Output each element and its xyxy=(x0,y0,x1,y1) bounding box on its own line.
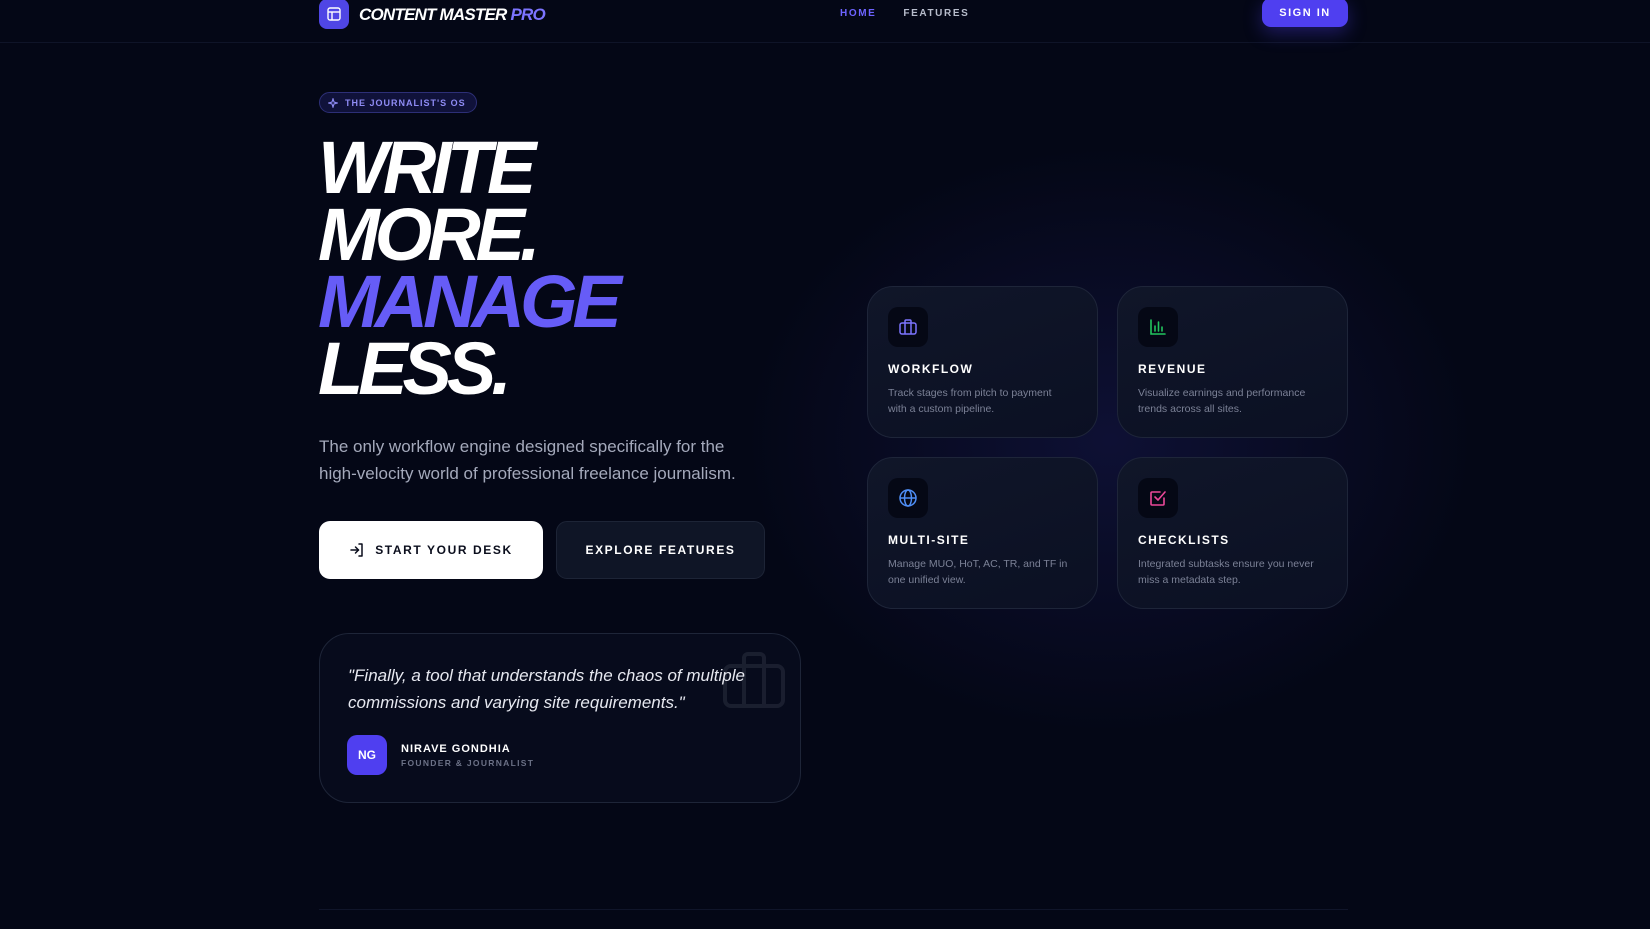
footer-divider xyxy=(319,909,1348,910)
feature-title: REVENUE xyxy=(1138,362,1207,376)
author-name: NIRAVE GONDHIA xyxy=(401,743,511,755)
feature-title: MULTI-SITE xyxy=(888,533,970,547)
author-role: FOUNDER & JOURNALIST xyxy=(401,758,535,768)
headline-line-3: MANAGE xyxy=(318,260,622,343)
briefcase-icon xyxy=(888,307,928,347)
explore-features-button[interactable]: EXPLORE FEATURES xyxy=(556,521,765,579)
tagline-pill: THE JOURNALIST'S OS xyxy=(319,92,477,113)
testimonial-card: "Finally, a tool that understands the ch… xyxy=(319,633,801,803)
feature-card-checklists: CHECKLISTS Integrated subtasks ensure yo… xyxy=(1117,457,1348,609)
headline-line-2: MORE. xyxy=(318,193,541,276)
brand[interactable]: CONTENT MASTER PRO xyxy=(319,0,546,29)
globe-icon xyxy=(888,478,928,518)
headline-line-1: WRITE xyxy=(318,126,536,209)
feature-card-revenue: REVENUE Visualize earnings and performan… xyxy=(1117,286,1348,438)
testimonial-quote: "Finally, a tool that understands the ch… xyxy=(348,666,745,712)
nav-home[interactable]: HOME xyxy=(840,8,876,19)
sign-in-arrow-icon xyxy=(350,543,363,557)
feature-title: WORKFLOW xyxy=(888,362,974,376)
bar-chart-icon xyxy=(1138,307,1178,347)
tagline-text: THE JOURNALIST'S OS xyxy=(345,97,466,108)
headline-line-4: LESS. xyxy=(318,327,512,410)
brand-suffix: PRO xyxy=(510,4,545,24)
main-nav: HOME FEATURES xyxy=(840,8,969,19)
feature-card-multi-site: MULTI-SITE Manage MUO, HoT, AC, TR, and … xyxy=(867,457,1098,609)
feature-title: CHECKLISTS xyxy=(1138,533,1230,547)
brand-name: CONTENT MASTER PRO xyxy=(359,4,546,25)
brand-name-text: CONTENT MASTER xyxy=(359,4,507,24)
feature-description: Integrated subtasks ensure you never mis… xyxy=(1138,558,1314,586)
feature-description: Manage MUO, HoT, AC, TR, and TF in one u… xyxy=(888,558,1068,586)
layout-icon xyxy=(319,0,349,29)
hero-subtitle: The only workflow engine designed specif… xyxy=(319,437,736,483)
checkbox-icon xyxy=(1138,478,1178,518)
feature-description: Visualize earnings and performance trend… xyxy=(1138,387,1306,415)
feature-description: Track stages from pitch to payment with … xyxy=(888,387,1052,415)
sparkle-icon xyxy=(328,97,338,108)
hero-headline: WRITE MORE. MANAGE LESS. xyxy=(318,126,622,410)
nav-features[interactable]: FEATURES xyxy=(903,8,969,19)
top-navigation-bar: CONTENT MASTER PRO HOME FEATURES SIGN IN xyxy=(0,0,1650,43)
avatar: NG xyxy=(347,735,387,775)
start-your-desk-button[interactable]: START YOUR DESK xyxy=(319,521,543,579)
sign-in-button[interactable]: SIGN IN xyxy=(1262,0,1348,27)
feature-card-workflow: WORKFLOW Track stages from pitch to paym… xyxy=(867,286,1098,438)
start-your-desk-label: START YOUR DESK xyxy=(375,543,513,557)
